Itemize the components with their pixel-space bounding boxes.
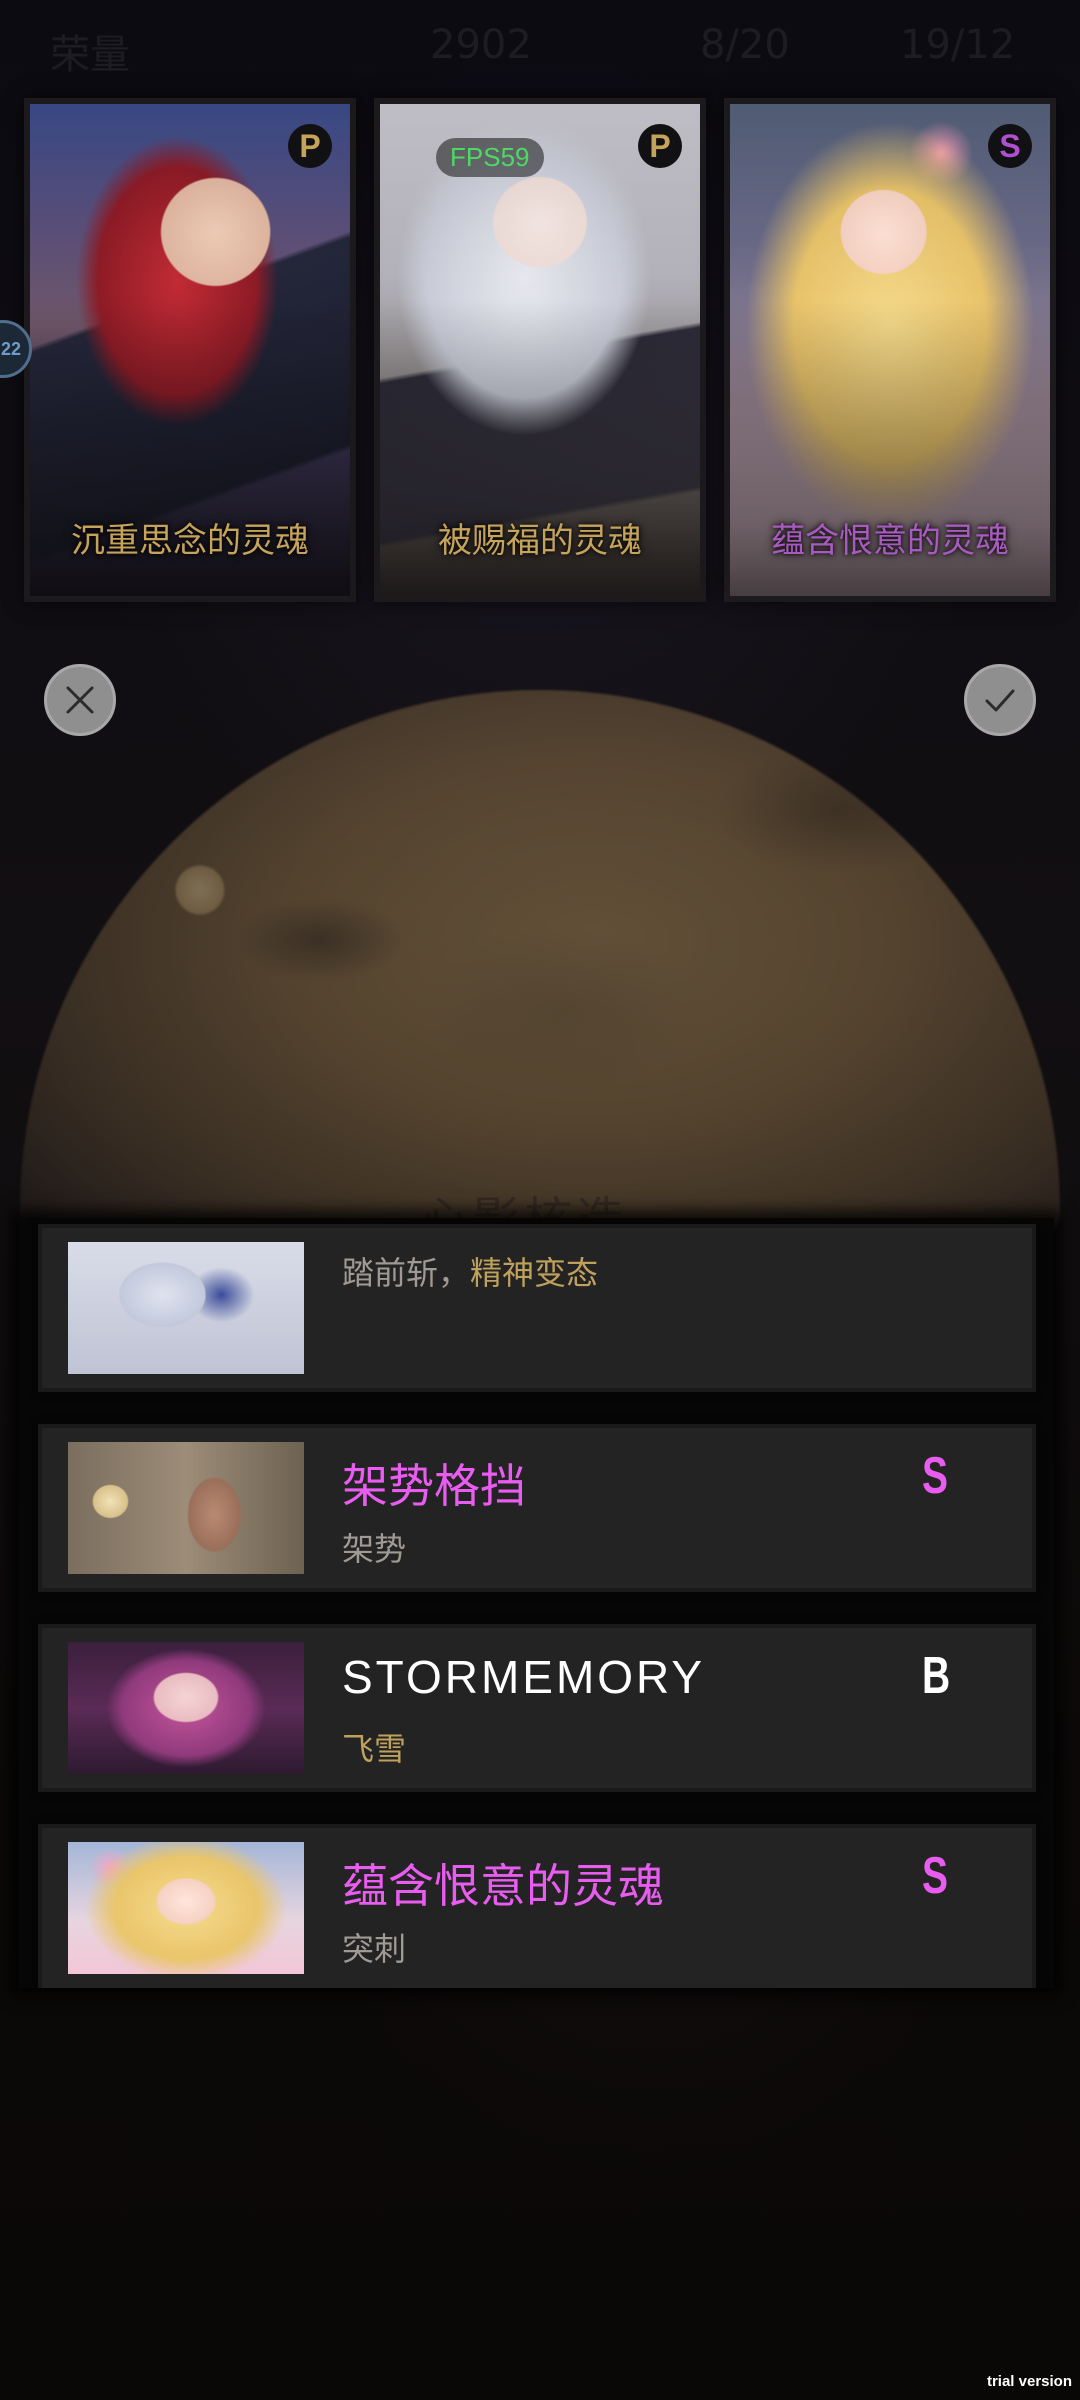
item-title: 架势格挡 bbox=[342, 1459, 526, 1513]
status-mid: 8/20 bbox=[700, 22, 790, 68]
item-thumbnail bbox=[68, 1842, 304, 1974]
soul-card-3[interactable]: S 蕴含恨意的灵魂 bbox=[730, 104, 1050, 596]
soul-card-1[interactable]: P 沉重思念的灵魂 bbox=[30, 104, 350, 596]
item-subtitle: 踏前斩，精神变态 bbox=[342, 1254, 599, 1292]
status-bar: 荣量 2902 8/20 19/12 bbox=[0, 0, 1080, 100]
close-icon bbox=[66, 686, 94, 714]
status-left: 荣量 bbox=[50, 32, 130, 78]
card-name: 被赐福的灵魂 bbox=[438, 521, 642, 561]
item-thumbnail bbox=[68, 1442, 304, 1574]
edge-tab-label: 22 bbox=[0, 338, 21, 359]
fps-counter: FPS59 bbox=[436, 138, 544, 177]
confirm-button[interactable] bbox=[964, 664, 1036, 736]
list-item[interactable]: STORMEMORY 飞雪 B bbox=[42, 1628, 1032, 1788]
status-right: 19/12 bbox=[900, 22, 1016, 68]
item-rank: B bbox=[922, 1647, 951, 1705]
trial-watermark: trial version bbox=[986, 2373, 1072, 2390]
card-name: 沉重思念的灵魂 bbox=[71, 521, 309, 561]
item-thumbnail bbox=[68, 1642, 304, 1774]
item-rank: S bbox=[922, 1847, 949, 1905]
item-rank: S bbox=[922, 1447, 949, 1505]
check-icon bbox=[985, 689, 1015, 712]
card-name: 蕴含恨意的灵魂 bbox=[771, 521, 1009, 561]
rank-badge: P bbox=[638, 124, 682, 168]
item-subtitle: 突刺 bbox=[342, 1930, 407, 1968]
list-item[interactable]: 蕴含恨意的灵魂 突刺 S bbox=[42, 1828, 1032, 1988]
list-item[interactable]: 架势格挡 架势 S bbox=[42, 1428, 1032, 1588]
soul-card-2[interactable]: P 被赐福的灵魂 bbox=[380, 104, 700, 596]
rank-badge: P bbox=[288, 124, 332, 168]
item-title: STORMEMORY bbox=[342, 1651, 706, 1703]
item-title: 蕴含恨意的灵魂 bbox=[342, 1859, 664, 1913]
soul-list-panel[interactable]: 踏前斩，精神变态 架势格挡 架势 S STORMEMORY 飞雪 B 蕴含恨意的… bbox=[18, 1218, 1054, 1988]
cancel-button[interactable] bbox=[44, 664, 116, 736]
status-center: 2902 bbox=[430, 22, 532, 68]
item-subtitle: 飞雪 bbox=[342, 1730, 407, 1768]
list-item[interactable]: 踏前斩，精神变态 bbox=[42, 1228, 1032, 1388]
rank-badge: S bbox=[988, 124, 1032, 168]
item-subtitle: 架势 bbox=[342, 1530, 407, 1568]
item-thumbnail bbox=[68, 1242, 304, 1374]
